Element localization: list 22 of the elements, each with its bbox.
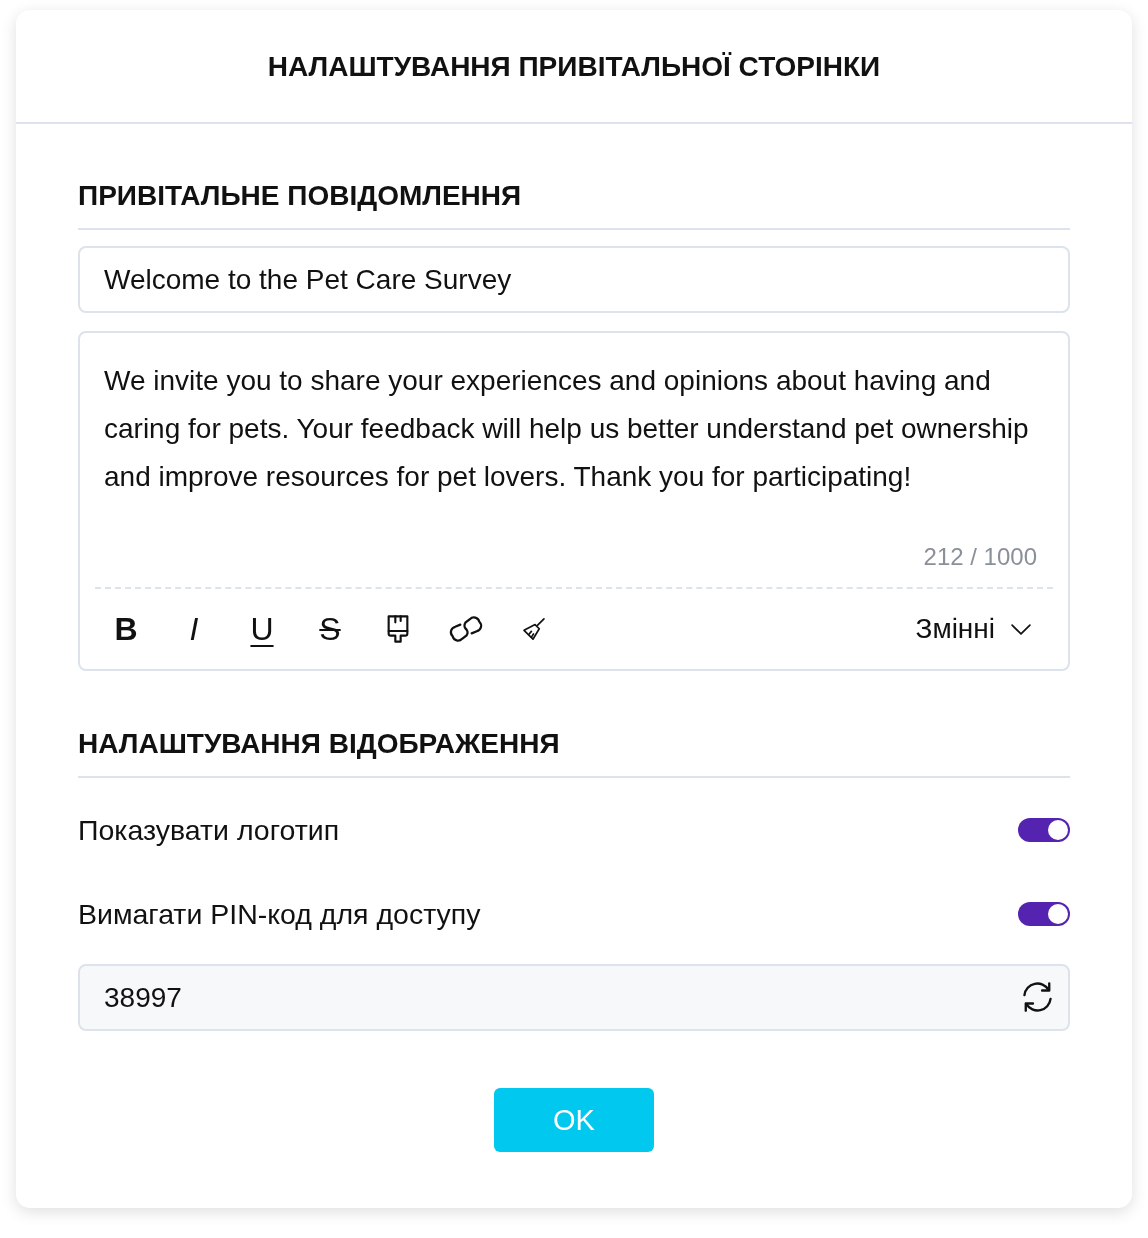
option-label: Показувати логотип bbox=[78, 814, 340, 846]
italic-button[interactable]: I bbox=[174, 609, 214, 649]
message-body-field[interactable]: We invite you to share your experiences and opinions about having and caring for pets. Your feedback will help us better understand pet ownership and improve resources for pet lovers. Thank you for participating! bbox=[95, 357, 1047, 501]
survey-title-field[interactable]: Welcome to the Pet Care Survey bbox=[78, 246, 1070, 313]
character-counter: 212 / 1000 bbox=[923, 543, 1037, 571]
variables-dropdown[interactable]: Змінні bbox=[915, 613, 1031, 645]
bold-button[interactable]: B bbox=[106, 609, 146, 649]
section-heading: НАЛАШТУВАННЯ ВІДОБРАЖЕННЯ bbox=[78, 728, 560, 760]
section-heading: ПРИВІТАЛЬНЕ ПОВІДОМЛЕННЯ bbox=[78, 180, 522, 212]
toggle-switch[interactable] bbox=[1018, 902, 1070, 926]
underline-button[interactable]: U bbox=[242, 609, 282, 649]
paintbrush-icon bbox=[387, 615, 409, 643]
link-icon bbox=[448, 615, 484, 643]
refresh-icon bbox=[1022, 982, 1052, 1012]
strikethrough-button[interactable]: S bbox=[310, 609, 350, 649]
dialog-title: НАЛАШТУВАННЯ ПРИВІТАЛЬНОЇ СТОРІНКИ bbox=[267, 50, 881, 83]
broom-icon bbox=[523, 615, 545, 643]
toggle-switch[interactable] bbox=[1018, 818, 1070, 842]
option-label: Вимагати PIN-код для доступу bbox=[78, 898, 481, 930]
chevron-down-icon bbox=[1011, 623, 1031, 635]
refresh-button[interactable] bbox=[1020, 980, 1054, 1014]
pin-field[interactable]: 38997 bbox=[78, 964, 1070, 1031]
